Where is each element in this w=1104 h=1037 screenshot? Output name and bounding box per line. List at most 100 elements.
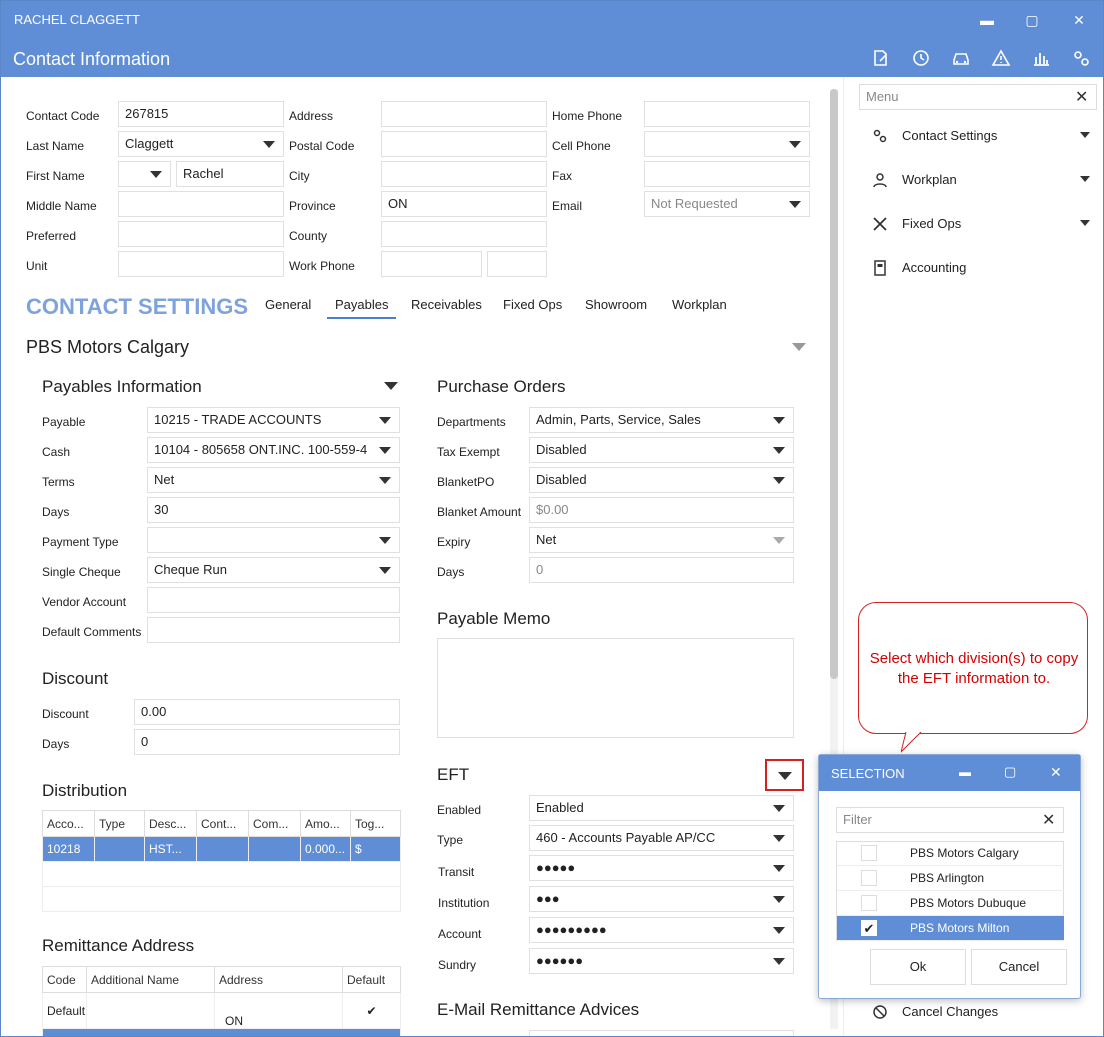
- minimize-button[interactable]: ▬: [975, 8, 999, 32]
- single-cheque-select[interactable]: Cheque Run: [147, 557, 400, 583]
- checkbox-checked[interactable]: ✔: [861, 920, 877, 936]
- cancel-changes-button[interactable]: Cancel Changes: [872, 1002, 1102, 1024]
- blanket-po-select[interactable]: Disabled: [529, 467, 794, 493]
- tab-general[interactable]: General: [265, 297, 311, 312]
- salutation-select[interactable]: [118, 161, 171, 187]
- column-header[interactable]: Desc...: [144, 810, 197, 837]
- close-icon[interactable]: ✕: [1075, 87, 1088, 107]
- tab-workplan[interactable]: Workplan: [672, 297, 727, 312]
- chart-icon[interactable]: [1031, 48, 1051, 68]
- default-comments-field[interactable]: [147, 617, 400, 643]
- sundry-field[interactable]: ●●●●●●: [529, 948, 794, 974]
- column-header[interactable]: Additional Name: [86, 966, 215, 993]
- work-phone-field[interactable]: [381, 251, 482, 277]
- column-header[interactable]: Address: [214, 966, 343, 993]
- close-button[interactable]: ✕: [1067, 8, 1091, 32]
- tab-receivables[interactable]: Receivables: [411, 297, 482, 312]
- vehicle-icon[interactable]: [951, 48, 971, 68]
- institution-field[interactable]: ●●●: [529, 886, 794, 912]
- edit-icon[interactable]: [871, 48, 891, 68]
- city-field[interactable]: [381, 161, 547, 187]
- column-header[interactable]: Acco...: [42, 810, 95, 837]
- table-row[interactable]: [42, 886, 401, 912]
- column-header[interactable]: Code: [42, 966, 87, 993]
- collapse-payables-icon[interactable]: [384, 382, 398, 390]
- email-field[interactable]: Not Requested: [644, 191, 810, 217]
- list-item[interactable]: PBS Arlington: [837, 866, 1064, 891]
- column-header[interactable]: Com...: [248, 810, 301, 837]
- ok-button[interactable]: Ok: [870, 949, 966, 985]
- cancel-button[interactable]: Cancel: [971, 949, 1067, 985]
- menu-search-input[interactable]: Menu: [859, 84, 1097, 110]
- column-header[interactable]: Default: [342, 966, 401, 993]
- tab-payables[interactable]: Payables: [327, 297, 397, 319]
- tab-showroom[interactable]: Showroom: [585, 297, 647, 312]
- vendor-account-field[interactable]: [147, 587, 400, 613]
- tab-fixed-ops[interactable]: Fixed Ops: [503, 297, 562, 312]
- filter-input[interactable]: Filter: [836, 807, 1064, 833]
- work-phone-ext-field[interactable]: [487, 251, 547, 277]
- payable-memo-field[interactable]: [437, 638, 794, 738]
- email-remittance-field[interactable]: [529, 1030, 794, 1036]
- fax-field[interactable]: [644, 161, 810, 187]
- terms-select[interactable]: Net: [147, 467, 400, 493]
- tax-exempt-select[interactable]: Disabled: [529, 437, 794, 463]
- unit-field[interactable]: [118, 251, 284, 277]
- postal-code-field[interactable]: [381, 131, 547, 157]
- maximize-button[interactable]: ▢: [1004, 764, 1016, 780]
- discount-days-field[interactable]: 0: [134, 729, 400, 755]
- menu-item-fixed-ops[interactable]: Fixed Ops: [872, 214, 1102, 236]
- cell-phone-field[interactable]: [644, 131, 810, 157]
- close-icon[interactable]: ✕: [1042, 810, 1055, 830]
- menu-item-contact-settings[interactable]: Contact Settings: [872, 126, 1102, 148]
- list-item[interactable]: PBS Motors Dubuque: [837, 891, 1064, 916]
- middle-name-field[interactable]: [118, 191, 284, 217]
- home-phone-field[interactable]: [644, 101, 810, 127]
- checkbox[interactable]: [861, 870, 877, 886]
- list-item[interactable]: ✔ PBS Motors Milton: [837, 916, 1064, 941]
- default-check[interactable]: ✔: [342, 992, 401, 1029]
- eft-type-select[interactable]: 460 - Accounts Payable AP/CC: [529, 825, 794, 851]
- table-row[interactable]: Default ON ✔: [42, 992, 401, 1029]
- scrollbar-thumb[interactable]: [830, 89, 838, 679]
- collapse-division-icon[interactable]: [792, 343, 806, 351]
- last-name-field[interactable]: Claggett: [118, 131, 284, 157]
- county-field[interactable]: [381, 221, 547, 247]
- eft-copy-button[interactable]: [765, 759, 804, 791]
- close-button[interactable]: ✕: [1050, 764, 1062, 781]
- history-icon[interactable]: [911, 48, 931, 68]
- blanket-amount-field[interactable]: $0.00: [529, 497, 794, 523]
- first-name-field[interactable]: Rachel: [176, 161, 284, 187]
- column-header[interactable]: Tog...: [350, 810, 401, 837]
- maximize-button[interactable]: ▢: [1020, 8, 1044, 32]
- days-field[interactable]: 30: [147, 497, 400, 523]
- payment-type-select[interactable]: [147, 527, 400, 553]
- preferred-field[interactable]: [118, 221, 284, 247]
- menu-item-workplan[interactable]: Workplan: [872, 170, 1102, 192]
- minimize-button[interactable]: ▬: [959, 765, 971, 779]
- column-header[interactable]: Type: [94, 810, 145, 837]
- menu-item-accounting[interactable]: Accounting: [872, 258, 1102, 280]
- discount-field[interactable]: 0.00: [134, 699, 400, 725]
- settings-icon[interactable]: [1071, 48, 1091, 68]
- contact-code-field[interactable]: 267815: [118, 101, 284, 127]
- cash-select[interactable]: 10104 - 805658 ONT.INC. 100-559-4: [147, 437, 400, 463]
- table-row[interactable]: [42, 861, 401, 887]
- transit-field[interactable]: ●●●●●: [529, 855, 794, 881]
- checkbox[interactable]: [861, 895, 877, 911]
- list-item[interactable]: PBS Motors Calgary: [837, 841, 1064, 866]
- table-row[interactable]: [42, 1028, 401, 1036]
- expiry-select[interactable]: Net: [529, 527, 794, 553]
- po-days-field[interactable]: 0: [529, 557, 794, 583]
- warning-icon[interactable]: [991, 48, 1011, 68]
- checkbox[interactable]: [861, 845, 877, 861]
- account-field[interactable]: ●●●●●●●●●: [529, 917, 794, 943]
- table-row[interactable]: 10218 HST... 0.000... $: [42, 836, 401, 862]
- payable-select[interactable]: 10215 - TRADE ACCOUNTS: [147, 407, 400, 433]
- eft-enabled-select[interactable]: Enabled: [529, 795, 794, 821]
- column-header[interactable]: Amo...: [300, 810, 351, 837]
- address-field[interactable]: [381, 101, 547, 127]
- departments-select[interactable]: Admin, Parts, Service, Sales: [529, 407, 794, 433]
- province-field[interactable]: ON: [381, 191, 547, 217]
- column-header[interactable]: Cont...: [196, 810, 249, 837]
